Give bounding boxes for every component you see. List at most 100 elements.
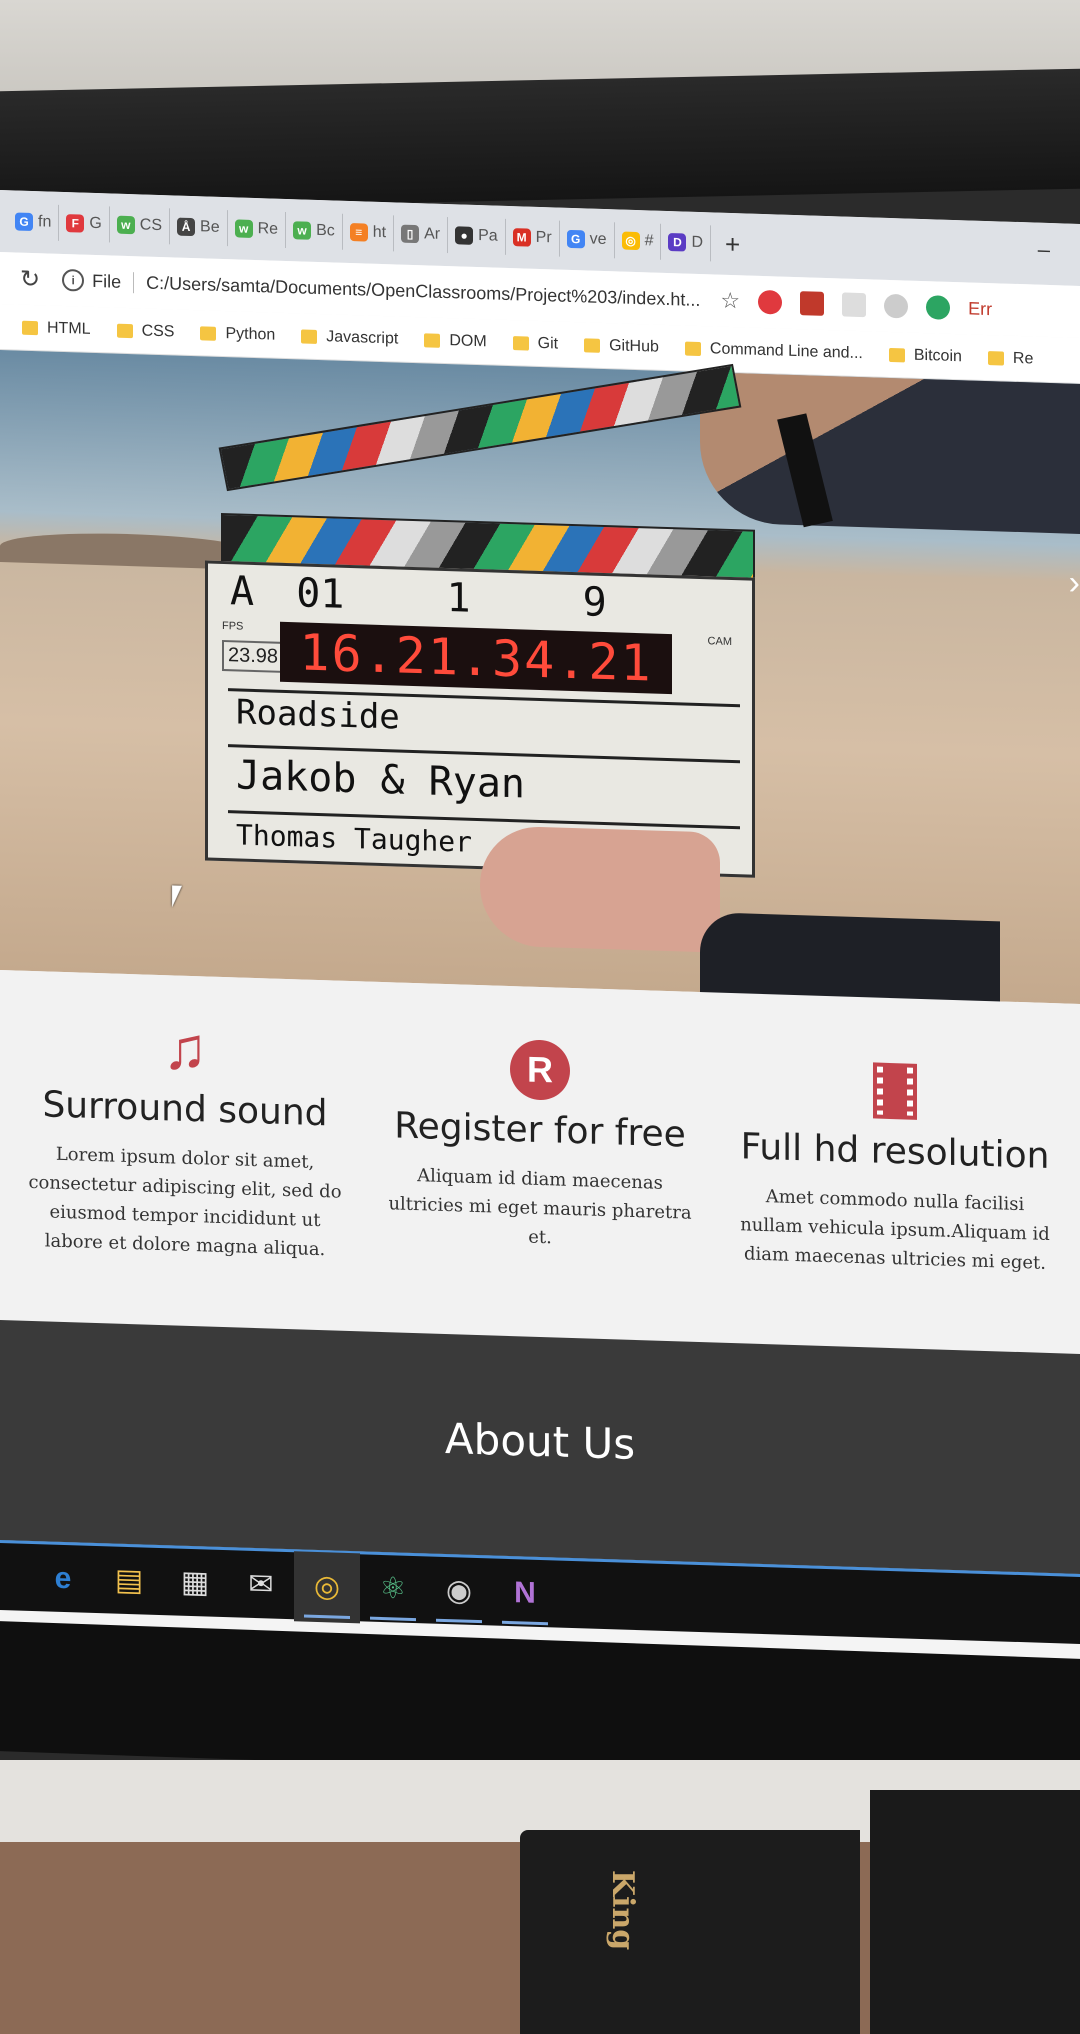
store-icon[interactable]: ▦: [162, 1547, 228, 1619]
tab[interactable]: w Bc: [286, 211, 343, 250]
about-title: About Us: [444, 1413, 636, 1469]
timecode-display: 16.21.34.21: [280, 621, 672, 695]
music-note-icon: ♫: [162, 1014, 208, 1083]
grammarly-extension-icon[interactable]: [926, 295, 951, 320]
document-icon: ▯: [401, 224, 420, 244]
register-icon: R: [510, 1039, 570, 1101]
reload-icon[interactable]: ↻: [20, 264, 40, 294]
chrome-icon[interactable]: ◎: [294, 1550, 360, 1623]
film-icon: [873, 1062, 917, 1120]
ap-icon: Å: [177, 217, 196, 237]
url-field[interactable]: C:/Users/samta/Documents/OpenClassrooms/…: [146, 272, 700, 310]
carousel-next-icon[interactable]: ›: [1069, 564, 1080, 603]
info-icon[interactable]: i: [62, 268, 85, 292]
bookmark-folder[interactable]: GitHub: [584, 336, 659, 356]
tab-label: Bc: [316, 221, 335, 240]
bookmark-label: DOM: [449, 331, 487, 350]
bookmark-folder[interactable]: Python: [200, 324, 275, 344]
bookmark-label: CSS: [141, 321, 175, 340]
bookmark-folder[interactable]: Javascript: [301, 327, 398, 348]
feature-text: Amet commodo nulla facilisi nullam vehic…: [740, 1186, 1050, 1274]
feature-card: R Register for free Aliquam id diam maec…: [375, 1032, 705, 1342]
cam-label: CAM: [707, 635, 732, 649]
bookmark-label: GitHub: [609, 336, 659, 356]
adblock-extension-icon[interactable]: [758, 289, 783, 315]
lastpass-extension-icon[interactable]: [800, 291, 825, 316]
bookmark-folder[interactable]: Command Line and...: [684, 339, 863, 363]
onenote-icon[interactable]: N: [492, 1557, 558, 1629]
bookmark-folder[interactable]: CSS: [116, 321, 175, 341]
atom-icon[interactable]: ⚛: [360, 1553, 426, 1625]
production-name: Roadside: [236, 692, 400, 738]
folder-icon: [22, 320, 38, 335]
stackoverflow-icon: ≡: [349, 222, 368, 242]
tab[interactable]: ▯ Ar: [394, 215, 449, 254]
feature-text: Aliquam id diam maecenas ultricies mi eg…: [388, 1165, 692, 1249]
hand-arm: [700, 371, 1080, 534]
tab-label: #: [644, 232, 654, 250]
bookmark-star-icon[interactable]: ☆: [720, 288, 740, 315]
edge-icon[interactable]: e: [30, 1542, 96, 1614]
feature-icon-wrap: ♫: [20, 1011, 350, 1087]
tab[interactable]: M Pr: [505, 218, 560, 257]
monitor-screen: Gfn FG w CS Å Be w Re w Bc ≡ ht ▯ Ar ● Pa M Pr G…: [0, 190, 1080, 1704]
slate-roll-scene-take: A 01 1 9: [230, 568, 625, 626]
mail-icon[interactable]: ✉: [228, 1549, 294, 1621]
bookmark-folder[interactable]: Git: [512, 334, 559, 353]
clapper-stick-top: [218, 363, 742, 492]
tab[interactable]: DD: [661, 223, 712, 262]
tab-label: Pr: [535, 228, 552, 247]
tab[interactable]: ≡ ht: [342, 213, 395, 252]
flipboard-icon: F: [66, 214, 85, 233]
tab[interactable]: ◎ #: [614, 222, 662, 260]
slate-roll: A: [230, 568, 255, 615]
slate-take: 9: [582, 579, 607, 627]
bookmark-folder[interactable]: Re: [987, 349, 1033, 368]
tab[interactable]: w Re: [227, 210, 287, 248]
feature-icon-wrap: [730, 1053, 1060, 1129]
bookmark-folder[interactable]: DOM: [424, 331, 487, 351]
tab[interactable]: FG: [59, 204, 110, 243]
fps-value: 23.98: [222, 639, 285, 673]
tab-label: Pa: [478, 227, 498, 245]
tab-label: fn: [38, 213, 52, 231]
chrome-icon: ◎: [621, 231, 640, 251]
tab[interactable]: Gfn: [8, 203, 60, 241]
feature-title: Register for free: [394, 1105, 686, 1156]
tab-label: ve: [589, 230, 607, 249]
book: [520, 1830, 860, 2034]
tab[interactable]: w CS: [109, 206, 171, 245]
clapperboard: A 01 1 9 FPS 23.98 16.21.34.21 CAM Roads…: [205, 363, 755, 883]
tab-label: CS: [139, 216, 163, 235]
folder-icon: [888, 347, 905, 362]
book-title: King: [605, 1870, 640, 1951]
extension-icon[interactable]: [884, 293, 909, 319]
tab[interactable]: Gve: [559, 220, 615, 259]
error-badge[interactable]: Err: [968, 298, 992, 320]
new-tab-button[interactable]: +: [725, 228, 740, 259]
feature-title: Full hd resolution: [740, 1126, 1050, 1177]
bookmark-folder[interactable]: Bitcoin: [888, 345, 962, 365]
folder-icon: [200, 325, 217, 341]
teamviewer-icon[interactable]: ◉: [426, 1555, 492, 1627]
tab-label: ht: [372, 223, 387, 242]
minimize-button[interactable]: –: [1038, 237, 1050, 263]
tab[interactable]: Å Be: [170, 208, 228, 247]
slate-board: A 01 1 9 FPS 23.98 16.21.34.21 CAM Roads…: [205, 560, 755, 878]
extension-icon[interactable]: [842, 292, 867, 318]
monitor-bezel-top: [0, 68, 1080, 212]
bookmark-label: Python: [225, 324, 276, 344]
bookmark-folder[interactable]: HTML: [22, 318, 91, 338]
tab-label: Ar: [424, 225, 441, 243]
gmail-icon: M: [512, 228, 531, 247]
bookmark-label: Git: [537, 334, 559, 353]
hand: [480, 825, 720, 953]
feature-icon-wrap: R: [375, 1032, 705, 1108]
hero-image: A 01 1 9 FPS 23.98 16.21.34.21 CAM Roads…: [0, 350, 1080, 1032]
tab[interactable]: ● Pa: [448, 217, 506, 255]
mouse-cursor-icon: [172, 885, 182, 908]
director-name: Jakob & Ryan: [236, 752, 525, 808]
folder-icon: [116, 323, 133, 338]
monitor-stand: [870, 1790, 1080, 2034]
file-explorer-icon[interactable]: ▤: [96, 1545, 162, 1617]
